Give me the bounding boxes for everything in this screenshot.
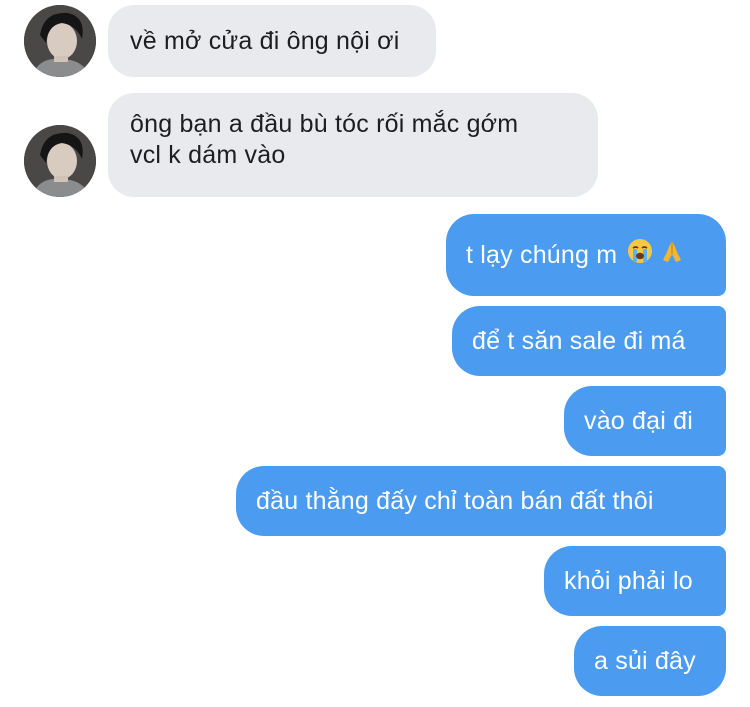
outgoing-message-bubble[interactable]: đầu thằng đấy chỉ toàn bán đất thôi [236,466,726,536]
message-text: t lạy chúng m [466,240,618,269]
message-text: để t săn sale đi má [472,326,686,355]
avatar-photo-icon [24,125,96,197]
message-text: vào đại đi [584,406,694,435]
contact-avatar[interactable] [24,125,96,197]
message-text-line: vcl k dám vào [130,141,286,169]
outgoing-message-bubble[interactable]: a sủi đây [574,626,726,696]
message-text: a sủi đây [594,646,696,675]
incoming-message-bubble[interactable]: ông bạn a đầu bù tóc rối mắc gớm vcl k d… [108,93,598,197]
message-text: đầu thằng đấy chỉ toàn bán đất thôi [256,486,654,515]
outgoing-message-bubble[interactable]: t lạy chúng m [446,214,726,296]
outgoing-message-bubble[interactable]: khỏi phải lo [544,546,726,616]
incoming-message-bubble[interactable]: về mở cửa đi ông nội ơi [108,5,436,77]
message-text: về mở cửa đi ông nội ơi [130,26,400,55]
outgoing-message-bubble[interactable]: để t săn sale đi má [452,306,726,376]
avatar-photo-icon [24,5,96,77]
folded-hands-emoji-icon [659,238,685,272]
message-text: khỏi phải lo [564,566,693,595]
contact-avatar[interactable] [24,5,96,77]
message-text-line: ông bạn a đầu bù tóc rối mắc gớm [130,110,519,138]
loudly-crying-face-emoji-icon [627,238,653,272]
outgoing-message-bubble[interactable]: vào đại đi [564,386,726,456]
